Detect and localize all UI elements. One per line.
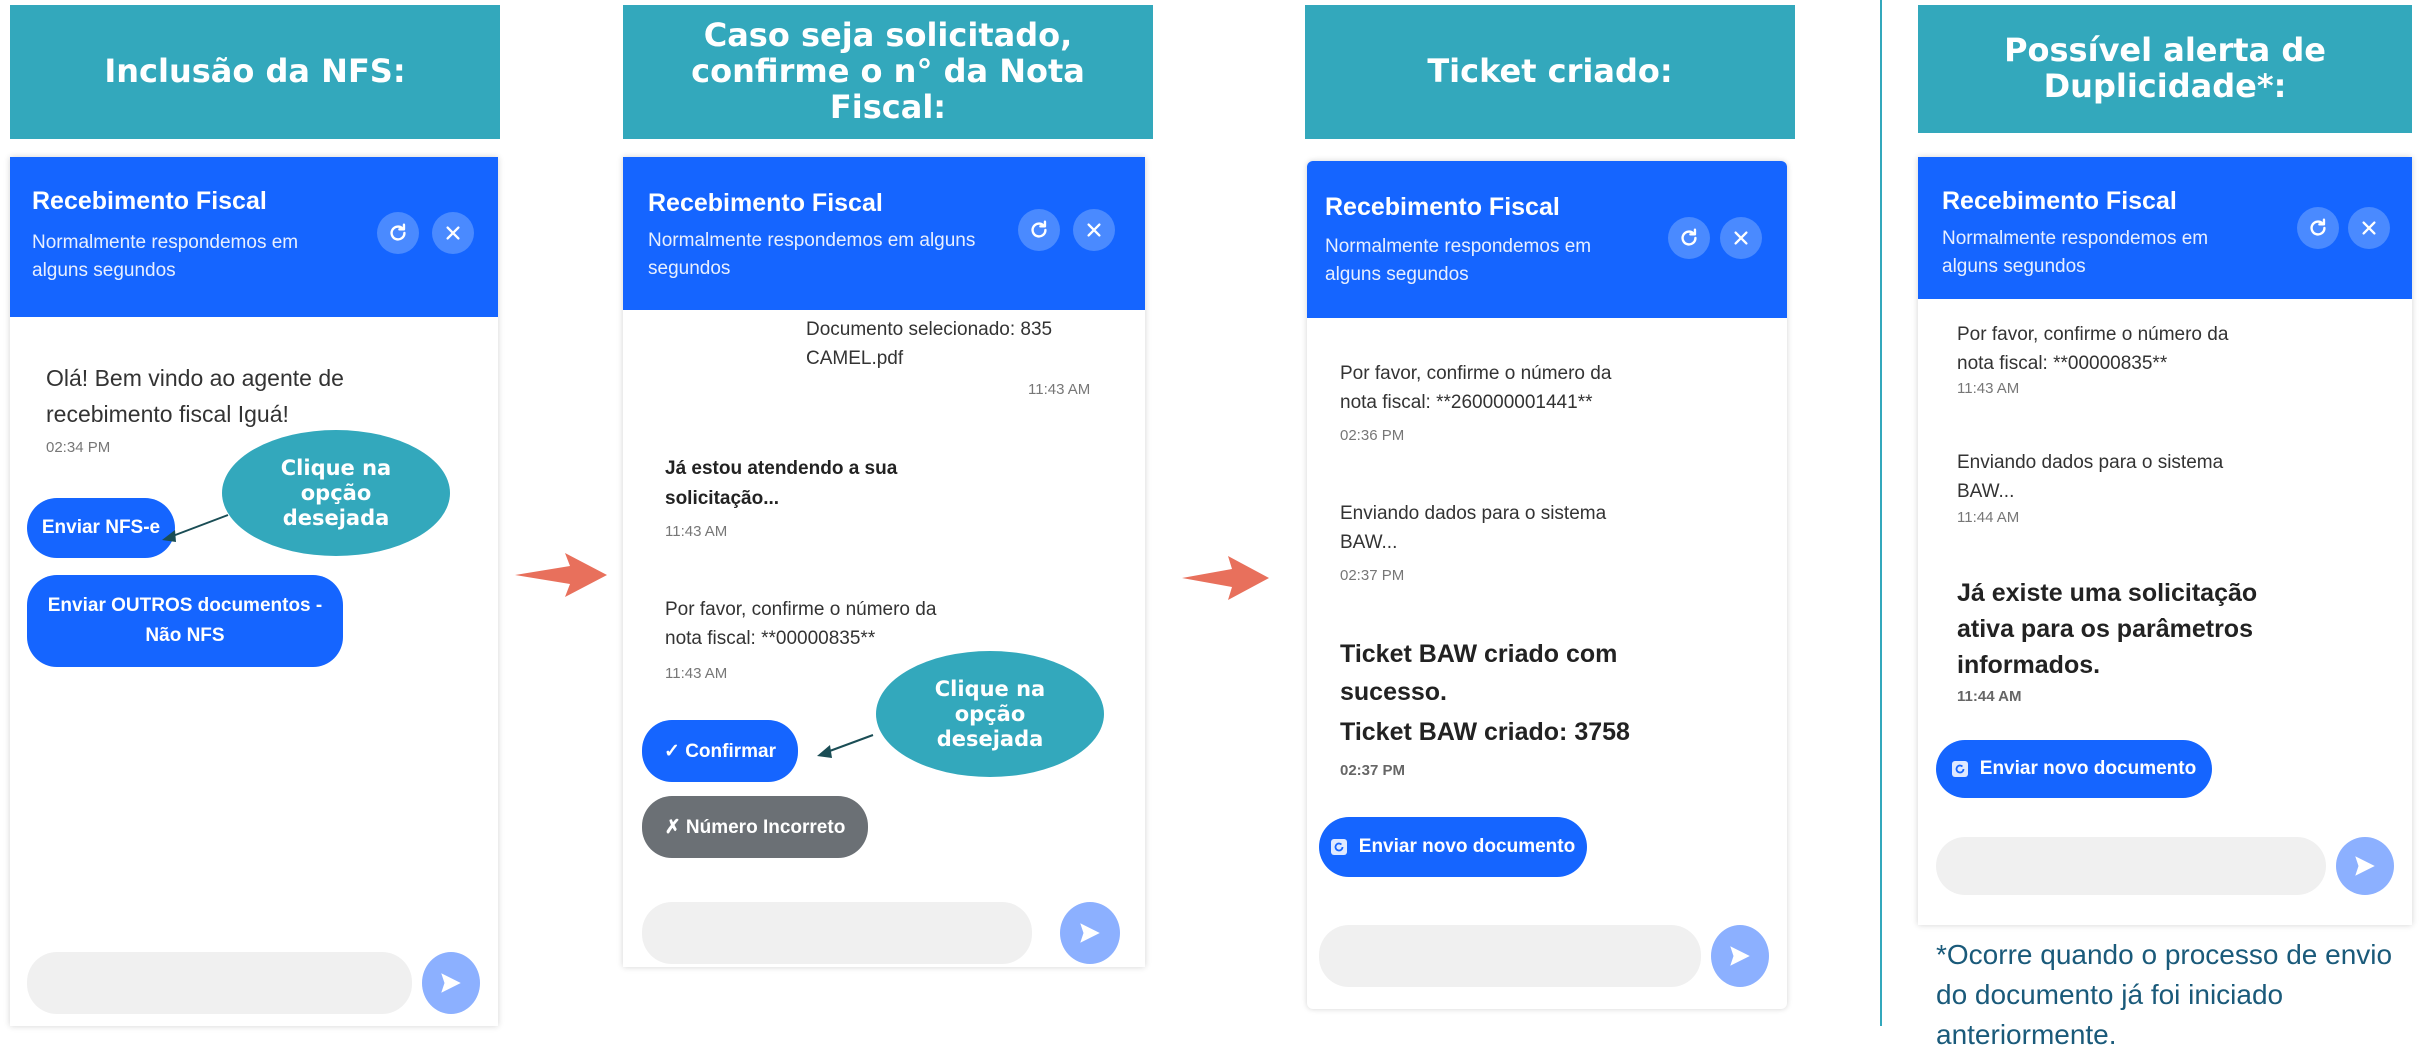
callout-pointer-arrow bbox=[162, 514, 229, 542]
close-button[interactable] bbox=[432, 212, 474, 254]
document-selected-message: Documento selecionado: 835 CAMEL.pdf bbox=[806, 319, 1053, 369]
send-icon bbox=[1730, 946, 1750, 966]
sending-message: Enviando dados para o sistema BAW... bbox=[1340, 503, 1607, 553]
message-time: 11:44 AM bbox=[1957, 509, 2020, 526]
step4-header: Possível alerta de Duplicidade*: bbox=[1918, 5, 2412, 133]
confirm-number-message: Por favor, confirme o número da nota fis… bbox=[1957, 324, 2229, 374]
refresh-button[interactable] bbox=[377, 212, 419, 254]
refresh-icon bbox=[2310, 218, 2326, 236]
chat-title: Recebimento Fiscal bbox=[32, 187, 267, 215]
refresh-icon bbox=[1330, 839, 1347, 855]
step1-header: Inclusão da NFS: bbox=[10, 5, 500, 139]
sending-message: Enviando dados para o sistema BAW... bbox=[1957, 452, 2224, 502]
step2-header: Caso seja solicitado, confirme o n° da N… bbox=[623, 5, 1153, 139]
send-button[interactable] bbox=[2336, 837, 2394, 895]
message-time: 02:34 PM bbox=[46, 439, 111, 456]
send-icon bbox=[441, 973, 461, 993]
refresh-icon bbox=[1681, 228, 1697, 246]
send-new-document-button[interactable]: Enviar novo documento bbox=[1936, 740, 2212, 798]
message-time: 11:43 AM bbox=[665, 665, 728, 682]
chat-header: Recebimento Fiscal Normalmente respondem… bbox=[10, 157, 498, 317]
button-label: Enviar novo documento bbox=[1979, 758, 2197, 779]
message-input[interactable] bbox=[1936, 837, 2326, 895]
greeting-message: Olá! Bem vindo ao agente de recebimento … bbox=[46, 365, 344, 427]
refresh-icon bbox=[1951, 761, 1968, 777]
flow-arrow-icon bbox=[515, 553, 607, 597]
chat-header: Recebimento Fiscal Normalmente respondem… bbox=[623, 157, 1145, 310]
send-icon bbox=[1080, 923, 1100, 943]
message-time: 02:37 PM bbox=[1340, 567, 1405, 584]
column-divider bbox=[1880, 0, 1882, 1026]
chat-subtitle: Normalmente respondemos em alguns segund… bbox=[1325, 236, 1592, 285]
chat-subtitle: Normalmente respondemos em alguns segund… bbox=[1942, 228, 2209, 277]
close-icon bbox=[1734, 231, 1748, 245]
close-button[interactable] bbox=[1073, 209, 1115, 251]
message-time: 11:43 AM bbox=[665, 523, 728, 540]
duplicate-alert-message: Já existe uma solicitação ativa para os … bbox=[1957, 579, 2258, 679]
chat-title: Recebimento Fiscal bbox=[1325, 193, 1560, 221]
send-icon bbox=[2355, 856, 2375, 876]
step3-header: Ticket criado: bbox=[1305, 5, 1795, 139]
message-input[interactable] bbox=[1319, 925, 1701, 987]
message-time: 02:36 PM bbox=[1340, 427, 1405, 444]
flow-arrow-icon bbox=[1182, 556, 1269, 600]
refresh-button[interactable] bbox=[2297, 207, 2339, 249]
footnote: *Ocorre quando o processo de envio do do… bbox=[1936, 939, 2393, 1050]
chat-panel-step2: Recebimento Fiscal Normalmente respondem… bbox=[623, 157, 1145, 967]
refresh-icon bbox=[1031, 220, 1047, 238]
close-icon bbox=[446, 226, 460, 240]
ticket-created-message: Ticket BAW criado com sucesso. bbox=[1340, 640, 1618, 706]
chat-panel-step4: Recebimento Fiscal Normalmente respondem… bbox=[1918, 157, 2412, 925]
chat-panel-step3: Recebimento Fiscal Normalmente respondem… bbox=[1307, 161, 1787, 1009]
refresh-button[interactable] bbox=[1668, 217, 1710, 259]
chat-header: Recebimento Fiscal Normalmente respondem… bbox=[1307, 161, 1787, 318]
callout-bubble: Clique na opção desejada bbox=[876, 651, 1104, 777]
chat-title: Recebimento Fiscal bbox=[648, 189, 883, 217]
refresh-icon bbox=[390, 223, 406, 241]
message-time: 11:43 AM bbox=[1028, 381, 1091, 398]
confirm-button[interactable]: ✓ Confirmar bbox=[642, 720, 798, 782]
close-button[interactable] bbox=[2348, 207, 2390, 249]
close-button[interactable] bbox=[1720, 217, 1762, 259]
callout-bubble: Clique na opção desejada bbox=[222, 430, 450, 556]
chat-title: Recebimento Fiscal bbox=[1942, 187, 2177, 215]
confirm-number-message: Por favor, confirme o número da nota fis… bbox=[665, 599, 937, 649]
send-new-document-button[interactable]: Enviar novo documento bbox=[1319, 817, 1587, 877]
chat-header: Recebimento Fiscal Normalmente respondem… bbox=[1918, 157, 2412, 299]
message-input[interactable] bbox=[642, 902, 1032, 964]
send-other-documents-button[interactable]: Enviar OUTROS documentos - Não NFS bbox=[27, 575, 343, 667]
message-time: 11:43 AM bbox=[1957, 380, 2020, 397]
refresh-button[interactable] bbox=[1018, 209, 1060, 251]
message-time: 11:44 AM bbox=[1957, 688, 2022, 705]
send-button[interactable] bbox=[1060, 902, 1120, 964]
send-button[interactable] bbox=[422, 952, 480, 1014]
send-button[interactable] bbox=[1711, 925, 1769, 987]
incorrect-number-button[interactable]: ✗ Número Incorreto bbox=[642, 796, 868, 858]
close-icon bbox=[2362, 221, 2376, 235]
message-time: 02:37 PM bbox=[1340, 762, 1406, 779]
ticket-number-message: Ticket BAW criado: 3758 bbox=[1340, 718, 1630, 746]
chat-subtitle: Normalmente respondemos em alguns segund… bbox=[648, 230, 976, 279]
chat-panel-step1: Recebimento Fiscal Normalmente respondem… bbox=[10, 157, 498, 1026]
close-icon bbox=[1087, 223, 1101, 237]
callout-pointer-arrow bbox=[817, 734, 874, 758]
message-input[interactable] bbox=[27, 952, 412, 1014]
button-label: Enviar novo documento bbox=[1358, 836, 1576, 857]
confirm-number-message: Por favor, confirme o número da nota fis… bbox=[1340, 363, 1612, 413]
attending-message: Já estou atendendo a sua solicitação... bbox=[665, 458, 898, 509]
chat-subtitle: Normalmente respondemos em alguns segund… bbox=[32, 232, 299, 281]
